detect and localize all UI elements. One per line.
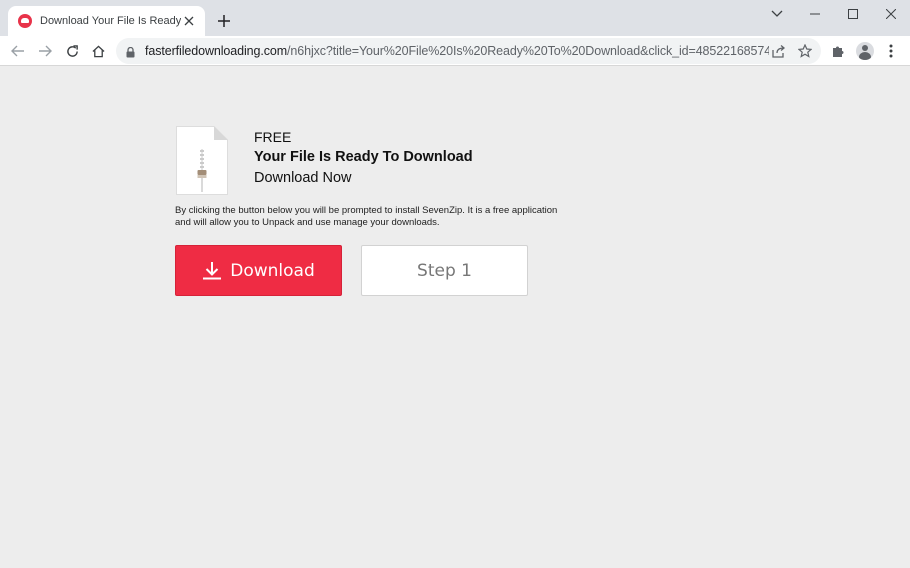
window-controls — [758, 0, 910, 28]
tab-search-button[interactable] — [758, 0, 796, 28]
page-heading: Your File Is Ready To Download — [254, 149, 473, 165]
tab-close-icon[interactable] — [181, 13, 197, 29]
browser-toolbar: fasterfiledownloading.com/n6hjxc?title=Y… — [0, 36, 910, 66]
reload-button[interactable] — [60, 39, 84, 63]
page-subheading: Download Now — [254, 170, 352, 186]
step-1-button[interactable]: Step 1 — [361, 245, 528, 296]
home-icon — [91, 45, 105, 57]
address-bar[interactable]: fasterfiledownloading.com/n6hjxc?title=Y… — [116, 38, 821, 64]
download-cloud-favicon-icon — [18, 14, 32, 28]
extensions-button[interactable] — [826, 39, 850, 63]
profile-button[interactable] — [853, 39, 877, 63]
arrow-left-icon — [11, 45, 24, 57]
step-button-label: Step 1 — [417, 260, 472, 281]
close-icon — [886, 9, 896, 19]
avatar-icon — [856, 42, 874, 60]
minimize-icon — [810, 13, 820, 15]
url-path: /n6hjxc?title=Your%20File%20Is%20Ready%2… — [287, 44, 769, 58]
menu-button[interactable] — [879, 39, 903, 63]
close-window-button[interactable] — [872, 0, 910, 28]
share-icon[interactable] — [770, 42, 788, 60]
url-text[interactable]: fasterfiledownloading.com/n6hjxc?title=Y… — [145, 44, 769, 58]
home-button[interactable] — [86, 39, 110, 63]
download-button-label: Download — [230, 260, 315, 281]
lock-icon[interactable] — [126, 45, 135, 63]
maximize-button[interactable] — [834, 0, 872, 28]
free-label: FREE — [254, 129, 292, 145]
arrow-right-icon — [39, 45, 52, 57]
more-vertical-icon — [889, 44, 893, 58]
browser-tab[interactable]: Download Your File Is Ready To Download — [8, 6, 205, 36]
maximize-icon — [848, 9, 858, 19]
url-domain: fasterfiledownloading.com — [145, 44, 288, 58]
tab-strip: Download Your File Is Ready To Download — [0, 0, 910, 36]
tab-title: Download Your File Is Ready To Download — [40, 15, 182, 27]
plus-icon — [218, 15, 230, 27]
download-arrow-icon — [202, 261, 222, 280]
new-tab-button[interactable] — [214, 11, 234, 31]
download-button[interactable]: Download — [175, 245, 342, 296]
back-button[interactable] — [6, 39, 30, 63]
bookmark-star-icon[interactable] — [796, 42, 814, 60]
minimize-button[interactable] — [796, 0, 834, 28]
zip-file-icon — [176, 126, 228, 195]
forward-button[interactable] — [33, 39, 57, 63]
reload-icon — [66, 44, 78, 57]
description-text: By clicking the button below you will be… — [175, 205, 558, 228]
chevron-down-icon — [771, 10, 783, 17]
page-content: FREE Your File Is Ready To Download Down… — [0, 67, 910, 568]
puzzle-icon — [833, 46, 844, 57]
